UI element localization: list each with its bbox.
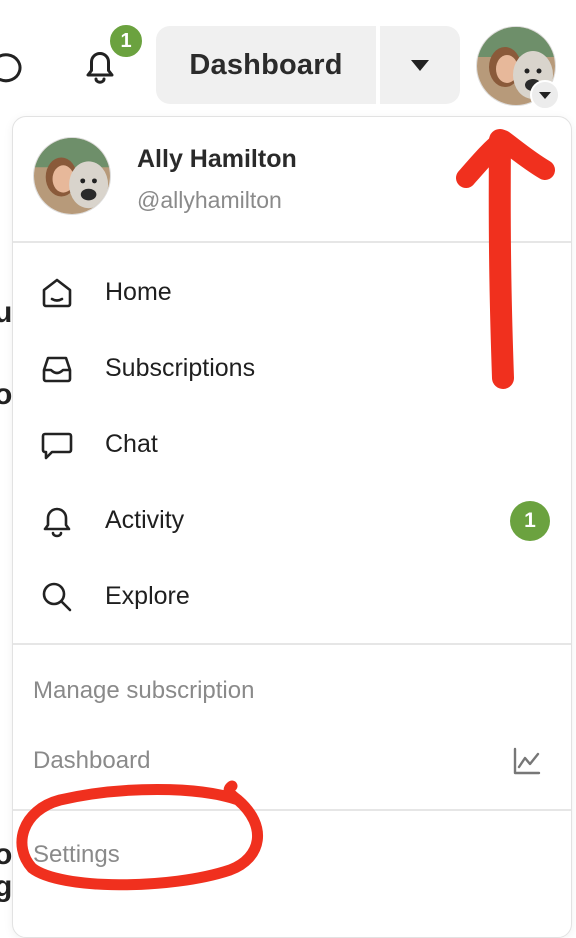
menu-item-label: Explore: [105, 582, 190, 610]
avatar: [33, 137, 111, 215]
menu-item-subscriptions[interactable]: Subscriptions: [13, 337, 571, 401]
avatar-menu-caret[interactable]: [530, 80, 560, 110]
menu-divider: [13, 643, 571, 645]
menu-item-label: Activity: [105, 506, 185, 534]
manage-subscription-link[interactable]: Manage subscription: [33, 677, 254, 705]
settings-link[interactable]: Settings: [33, 841, 120, 869]
caret-down-icon: [539, 92, 551, 99]
profile-name: Ally Hamilton: [137, 145, 297, 173]
dashboard-dropdown-button[interactable]: [380, 26, 460, 104]
dashboard-link[interactable]: Dashboard: [33, 747, 150, 775]
menu-item-explore[interactable]: Explore: [13, 565, 571, 629]
avatar-photo: [34, 138, 110, 214]
dashboard-button-label: Dashboard: [189, 48, 343, 81]
menu-item-activity[interactable]: Activity 1: [13, 489, 571, 553]
menu-item-label: Chat: [105, 430, 158, 458]
chat-icon[interactable]: [0, 48, 26, 88]
inbox-icon: [42, 356, 72, 383]
background-text-fragment: o: [0, 378, 13, 411]
menu-item-label: Subscriptions: [105, 354, 256, 382]
search-icon: [42, 582, 72, 612]
menu-item-label: Home: [105, 278, 172, 306]
activity-badge: 1: [510, 501, 550, 541]
dashboard-button[interactable]: Dashboard: [156, 26, 376, 104]
menu-item-home[interactable]: Home: [13, 261, 571, 325]
bell-icon: [43, 507, 71, 538]
background-text-fragment: g: [0, 870, 13, 903]
account-dropdown-menu: Ally Hamilton @allyhamilton Home Subscri…: [12, 116, 572, 938]
background-text-fragment: u: [0, 296, 13, 329]
caret-down-icon: [411, 60, 429, 71]
chat-bubble-icon: [41, 432, 73, 460]
menu-divider: [13, 809, 571, 811]
notification-badge: 1: [108, 23, 144, 59]
chart-icon: [513, 747, 541, 775]
background-text-fragment: o: [0, 838, 13, 871]
profile-header[interactable]: Ally Hamilton @allyhamilton: [13, 117, 571, 243]
home-icon: [42, 278, 72, 308]
menu-item-chat[interactable]: Chat: [13, 413, 571, 477]
profile-handle: @allyhamilton: [137, 187, 282, 213]
